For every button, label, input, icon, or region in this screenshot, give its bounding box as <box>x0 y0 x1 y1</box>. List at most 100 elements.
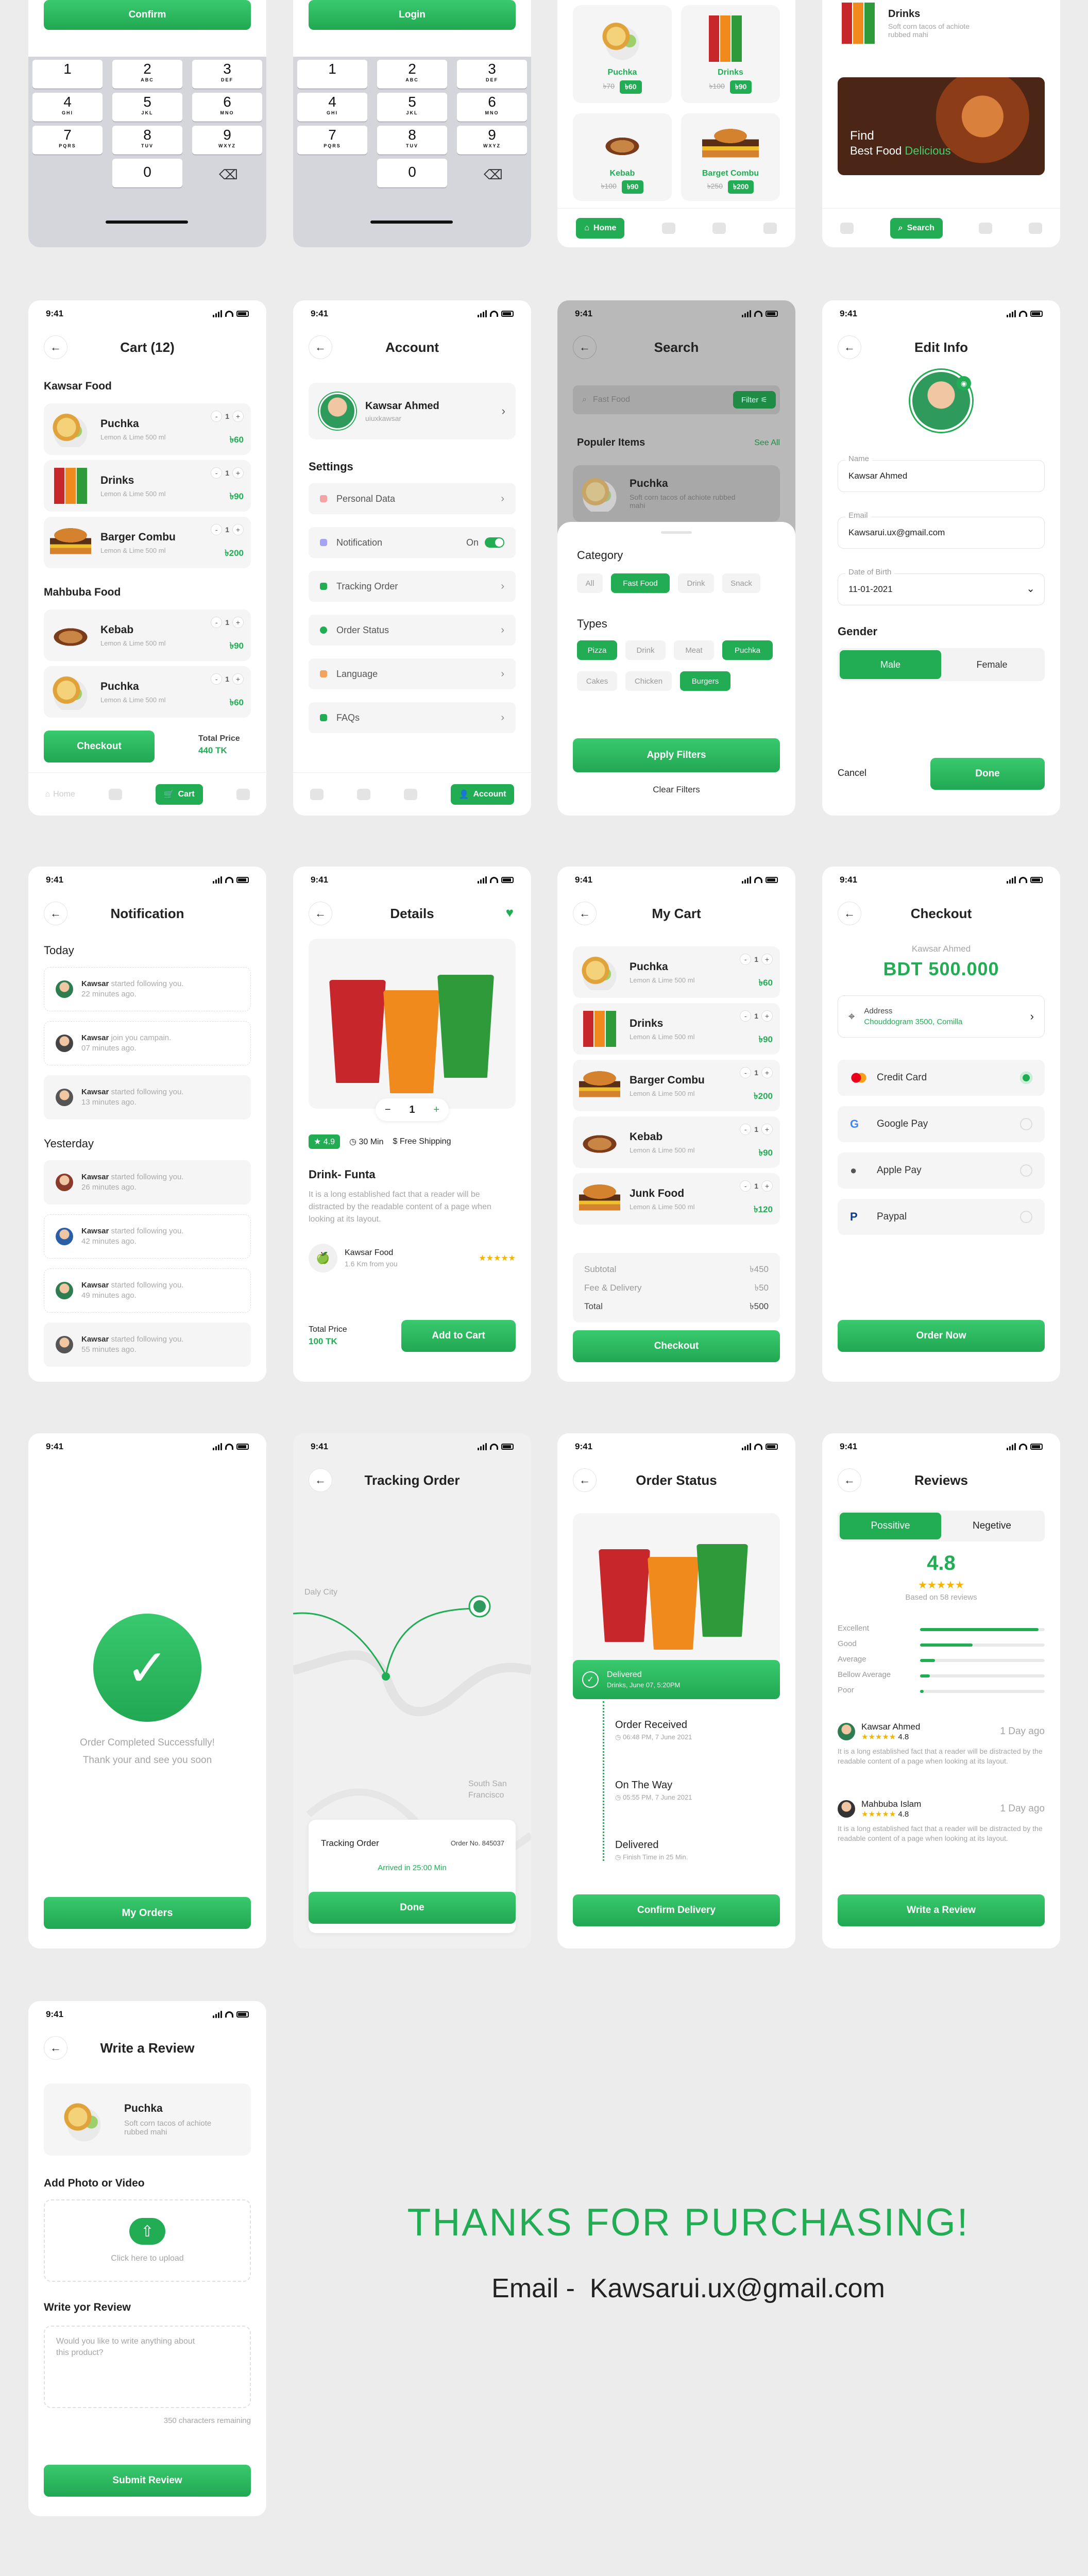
product-card[interactable]: Puchka ৳70 ৳60 <box>573 5 672 103</box>
home-icon[interactable] <box>310 788 324 800</box>
nav-home[interactable]: ⌂ Home <box>576 217 625 239</box>
chip-fast-food[interactable]: Fast Food <box>611 573 670 593</box>
notification-item[interactable]: Kawsar started following you. 22 minutes … <box>44 967 251 1011</box>
avatar[interactable]: ◉ <box>910 370 972 432</box>
chip-snack[interactable]: Snack <box>722 573 760 593</box>
notification-item[interactable]: Kawsar started following you. 13 minutes … <box>44 1075 251 1120</box>
name-field[interactable]: Name Kawsar Ahmed <box>838 454 1045 492</box>
key-6[interactable]: 6 MNO <box>192 93 262 122</box>
home-icon[interactable] <box>840 222 854 234</box>
notification-item[interactable]: Kawsar started following you. 49 minutes … <box>44 1268 251 1313</box>
sheet-handle[interactable] <box>661 531 692 534</box>
quantity-stepper[interactable]: -1 + <box>211 411 244 422</box>
product-card[interactable]: Drinks ৳100 ৳90 <box>681 5 780 103</box>
radio-selected[interactable] <box>1020 1072 1032 1084</box>
cart-icon[interactable] <box>712 222 726 234</box>
row-personal-data[interactable]: Personal Data › <box>309 483 516 514</box>
cart-item[interactable]: Puchka Lemon & Lime 500 ml -1 + ৳60 <box>44 403 251 455</box>
search-icon[interactable] <box>108 788 122 800</box>
key-6[interactable]: 6 MNO <box>457 93 527 122</box>
email-link[interactable]: Kawsarui.ux@gmail.com <box>590 2274 885 2303</box>
heart-icon[interactable]: ♥ <box>506 905 514 921</box>
key-9[interactable]: 9 WXYZ <box>457 126 527 155</box>
key-2[interactable]: 2 ABC <box>377 60 447 89</box>
cart-item[interactable]: Drinks Lemon & Lime 500 ml -1 + ৳90 <box>44 460 251 512</box>
see-all-link[interactable]: See All <box>754 438 780 448</box>
chip-chicken[interactable]: Chicken <box>625 671 672 691</box>
product-card[interactable]: Barget Combu ৳250 ৳200 <box>681 113 780 201</box>
chip-pizza[interactable]: Pizza <box>577 640 617 660</box>
checkout-button[interactable]: Checkout <box>44 731 155 762</box>
cart-item[interactable]: Kebab Lemon & Lime 500 ml -1 + ৳90 <box>44 609 251 661</box>
minus-button[interactable]: − <box>385 1104 391 1116</box>
shop-row[interactable]: 🍏 Kawsar Food 1.6 Km from you ★★★★★ <box>309 1240 516 1276</box>
cart-item[interactable]: Junk Food Lemon & Lime 500 ml -1 + ৳120 <box>573 1173 780 1225</box>
key-1[interactable]: 1 <box>32 60 103 89</box>
quantity-stepper[interactable]: -1 + <box>740 1124 773 1135</box>
key-1[interactable]: 1 <box>297 60 367 89</box>
done-button[interactable]: Done <box>309 1892 516 1924</box>
checkout-button[interactable]: Checkout <box>573 1330 780 1362</box>
quantity-stepper[interactable]: -1 + <box>211 617 244 628</box>
key-5[interactable]: 5 JKL <box>112 93 182 122</box>
cart-item[interactable]: Drinks Lemon & Lime 500 ml -1 + ৳90 <box>573 1003 780 1055</box>
email-field[interactable]: Email Kawsarui.ux@gmail.com <box>838 511 1045 549</box>
chip-meat[interactable]: Meat <box>674 640 714 660</box>
chip-drink[interactable]: Drink <box>678 573 714 593</box>
plus-button[interactable]: + <box>433 1104 439 1116</box>
profile-icon[interactable] <box>763 222 777 234</box>
notification-item[interactable]: Kawsar started following you. 42 minutes … <box>44 1214 251 1259</box>
payment-paypal[interactable]: P Paypal <box>838 1199 1045 1235</box>
chip-burgers[interactable]: Burgers <box>680 671 730 691</box>
row-tracking-order[interactable]: Tracking Order › <box>309 571 516 602</box>
key-4[interactable]: 4 GHI <box>32 93 103 122</box>
radio-unselected[interactable] <box>1020 1164 1032 1177</box>
tab-positive[interactable]: Possitive <box>840 1513 941 1539</box>
row-language[interactable]: Language › <box>309 658 516 689</box>
my-orders-button[interactable]: My Orders <box>44 1897 251 1929</box>
quantity-stepper[interactable]: -1 + <box>211 524 244 535</box>
camera-icon[interactable]: ◉ <box>957 376 971 391</box>
nav-cart[interactable]: 🛒 Cart <box>155 784 203 805</box>
quantity-stepper[interactable]: -1 + <box>740 954 773 965</box>
key-9[interactable]: 9 WXYZ <box>192 126 262 155</box>
profile-card[interactable]: Kawsar Ahmed uiuxkawsar › <box>309 383 516 439</box>
cart-item[interactable]: Puchka Lemon & Lime 500 ml -1 + ৳60 <box>44 666 251 718</box>
backspace-icon[interactable]: ⌫ <box>484 167 503 183</box>
quantity-stepper[interactable]: -1 + <box>740 1180 773 1192</box>
quantity-stepper[interactable]: -1 + <box>740 1010 773 1022</box>
quantity-stepper[interactable]: -1 + <box>740 1067 773 1078</box>
chip-puchka[interactable]: Puchka <box>722 640 773 660</box>
promo-banner[interactable]: Find Best Food Delicious <box>838 77 1045 175</box>
login-button[interactable]: Login <box>309 0 516 30</box>
radio-unselected[interactable] <box>1020 1118 1032 1130</box>
quantity-stepper[interactable]: -1 + <box>211 673 244 685</box>
key-0[interactable]: 0 <box>377 159 447 188</box>
cart-item[interactable]: Kebab Lemon & Lime 500 ml -1 + ৳90 <box>573 1116 780 1168</box>
key-2[interactable]: 2 ABC <box>112 60 182 89</box>
upload-area[interactable]: ⇧ Click here to upload <box>44 2199 251 2282</box>
key-7[interactable]: 7 PQRS <box>297 126 367 155</box>
cart-item[interactable]: Puchka Lemon & Lime 500 ml -1 + ৳60 <box>573 946 780 998</box>
row-order-status[interactable]: Order Status › <box>309 615 516 646</box>
payment-google-pay[interactable]: G Google Pay <box>838 1106 1045 1142</box>
address-card[interactable]: ⌖ Address Chouddogram 3500, Comilla › <box>838 995 1045 1038</box>
tab-negative[interactable]: Negetive <box>941 1513 1043 1539</box>
key-3[interactable]: 3 DEF <box>192 60 262 89</box>
notification-item[interactable]: Kawsar join you campain. 07 minutes ago. <box>44 1021 251 1065</box>
profile-icon[interactable] <box>236 788 250 800</box>
submit-review-button[interactable]: Submit Review <box>44 2465 251 2497</box>
row-faqs[interactable]: FAQs › <box>309 702 516 733</box>
chip-cakes[interactable]: Cakes <box>577 671 617 691</box>
filter-button[interactable]: Filter ⚟ <box>733 391 776 409</box>
review-textarea[interactable]: Would you like to write anything about t… <box>44 2326 251 2408</box>
add-to-cart-button[interactable]: Add to Cart <box>401 1320 516 1352</box>
search-input[interactable]: ⌕ Fast Food Filter ⚟ <box>573 385 780 414</box>
search-icon[interactable] <box>661 222 675 234</box>
key-4[interactable]: 4 GHI <box>297 93 367 122</box>
payment-apple-pay[interactable]: ● Apple Pay <box>838 1153 1045 1189</box>
dob-field[interactable]: Date of Birth 11-01-2021 ⌄ <box>838 568 1045 605</box>
key-8[interactable]: 8 TUV <box>112 126 182 155</box>
key-3[interactable]: 3 DEF <box>457 60 527 89</box>
notification-item[interactable]: Kawsar started following you. 55 minutes … <box>44 1323 251 1367</box>
